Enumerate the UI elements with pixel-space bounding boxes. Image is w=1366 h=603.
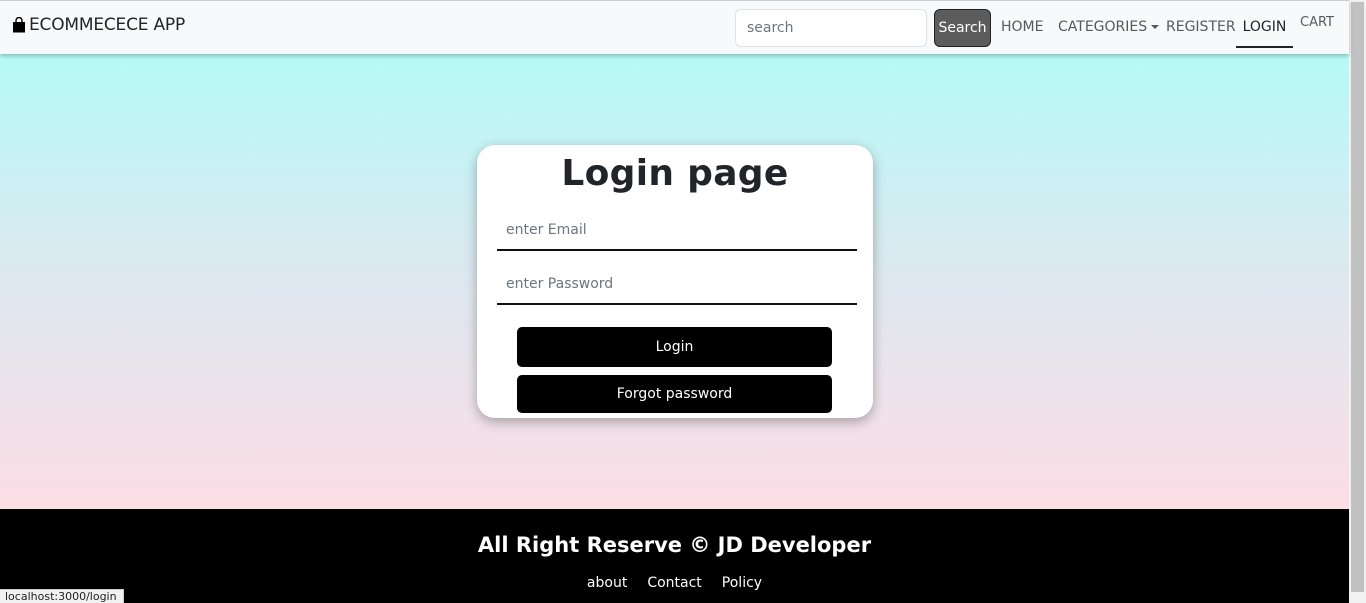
brand-link[interactable]: ECOMMECECE APP <box>12 15 185 35</box>
footer-links: about Contact Policy <box>0 575 1349 591</box>
footer: All Right Reserve © JD Developer about C… <box>0 509 1349 603</box>
nav-categories-label: CATEGORIES <box>1058 19 1148 35</box>
email-field[interactable] <box>497 211 857 251</box>
footer-about-link[interactable]: about <box>587 575 627 591</box>
password-field[interactable] <box>497 265 857 305</box>
nav-home-link[interactable]: HOME <box>1001 19 1043 35</box>
status-bar-url: localhost:3000/login <box>0 589 124 603</box>
footer-copyright: All Right Reserve © JD Developer <box>477 533 872 557</box>
nav-login-link[interactable]: LOGIN <box>1236 19 1293 48</box>
shopping-bag-icon <box>13 17 25 33</box>
brand-name: ECOMMECECE APP <box>29 15 186 35</box>
top-navbar: ECOMMECECE APP Search HOME CATEGORIES RE… <box>0 0 1349 54</box>
forgot-password-button[interactable]: Forgot password <box>517 375 832 413</box>
page-title: Login page <box>561 153 789 194</box>
scrollbar-thumb[interactable] <box>1351 2 1364 592</box>
search-button[interactable]: Search <box>934 9 991 47</box>
nav-cart-link[interactable]: CART <box>1300 15 1334 30</box>
nav-register-link[interactable]: REGISTER <box>1166 19 1236 35</box>
footer-policy-link[interactable]: Policy <box>722 575 762 591</box>
chevron-down-icon <box>1151 25 1160 29</box>
footer-contact-link[interactable]: Contact <box>647 575 701 591</box>
main-content: Login page Login Forgot password <box>0 54 1349 509</box>
nav-categories-dropdown[interactable]: CATEGORIES <box>1058 19 1160 35</box>
login-card: Login page Login Forgot password <box>477 145 873 418</box>
search-input[interactable] <box>735 9 927 47</box>
login-button[interactable]: Login <box>517 327 832 367</box>
